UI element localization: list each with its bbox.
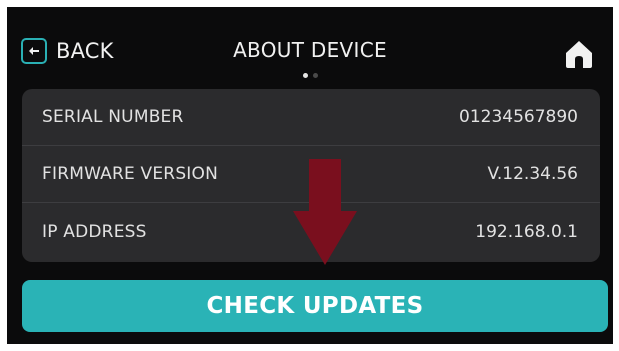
page-title: ABOUT DEVICE <box>233 38 387 62</box>
ip-address-value: 192.168.0.1 <box>475 221 578 242</box>
page-indicator <box>303 73 318 78</box>
firmware-version-value: V.12.34.56 <box>487 164 578 184</box>
home-icon <box>566 41 592 68</box>
device-screen: BACK ABOUT DEVICE SERIAL NUMBER 01234567… <box>7 7 613 344</box>
serial-number-label: SERIAL NUMBER <box>42 107 184 127</box>
home-button[interactable] <box>564 39 594 69</box>
check-updates-button[interactable]: CHECK UPDATES <box>22 280 608 332</box>
firmware-version-label: FIRMWARE VERSION <box>42 164 219 184</box>
info-row-serial-number: SERIAL NUMBER 01234567890 <box>22 89 600 146</box>
ip-address-label: IP ADDRESS <box>42 221 147 242</box>
page-dot-inactive <box>313 73 318 78</box>
header: BACK ABOUT DEVICE <box>7 7 613 87</box>
serial-number-value: 01234567890 <box>459 107 578 127</box>
page-dot-active <box>303 73 308 78</box>
check-updates-label: CHECK UPDATES <box>206 293 424 319</box>
down-arrow-icon <box>293 159 357 265</box>
